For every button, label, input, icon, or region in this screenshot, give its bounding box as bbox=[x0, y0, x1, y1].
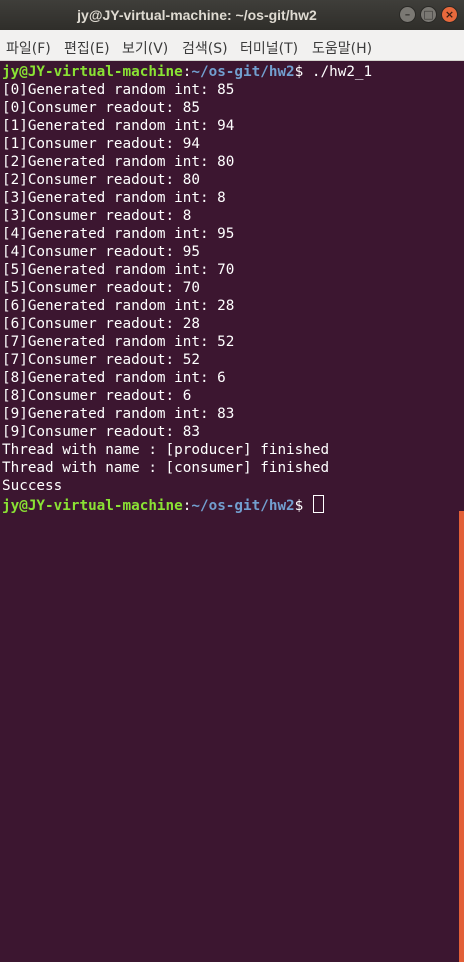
prompt-path: ~/os-git/hw2 bbox=[191, 498, 295, 514]
output-line: Thread with name : [consumer] finished bbox=[2, 460, 330, 476]
text-cursor bbox=[312, 495, 324, 513]
output-line: [1]Generated random int: 94 bbox=[2, 118, 235, 134]
command-line: jy@JY-virtual-machine:~/os-git/hw2$ ./hw… bbox=[2, 63, 372, 81]
prompt-line: jy@JY-virtual-machine:~/os-git/hw2$ bbox=[2, 495, 372, 514]
output-line: [3]Generated random int: 8 bbox=[2, 190, 226, 206]
menu-search[interactable]: 검색(S) bbox=[182, 38, 228, 58]
output-line: [9]Consumer readout: 83 bbox=[2, 424, 200, 440]
output-line: Success bbox=[2, 478, 63, 494]
output-line: [4]Consumer readout: 95 bbox=[2, 244, 200, 260]
output-line: [0]Generated random int: 85 bbox=[2, 82, 235, 98]
terminal-lines: jy@JY-virtual-machine:~/os-git/hw2$ ./hw… bbox=[2, 63, 372, 514]
menu-bar: 파일(F) 편집(E) 보기(V) 검색(S) 터미널(T) 도움말(H) bbox=[0, 30, 464, 61]
output-line: [6]Consumer readout: 28 bbox=[2, 316, 200, 332]
output-line: [6]Generated random int: 28 bbox=[2, 298, 235, 314]
output-line: [7]Consumer readout: 52 bbox=[2, 352, 200, 368]
prompt-path: ~/os-git/hw2 bbox=[191, 64, 295, 80]
window-controls: – □ × bbox=[399, 6, 458, 24]
menu-help[interactable]: 도움말(H) bbox=[312, 38, 372, 58]
output-line: Thread with name : [producer] finished bbox=[2, 442, 330, 458]
terminal-window: jy@JY-virtual-machine: ~/os-git/hw2 – □ … bbox=[0, 0, 464, 962]
output-line: [0]Consumer readout: 85 bbox=[2, 100, 200, 116]
menu-file[interactable]: 파일(F) bbox=[6, 38, 51, 58]
output-line: [2]Generated random int: 80 bbox=[2, 154, 235, 170]
output-line: [8]Consumer readout: 6 bbox=[2, 388, 192, 404]
output-line: [3]Consumer readout: 8 bbox=[2, 208, 192, 224]
scrollbar[interactable] bbox=[459, 511, 464, 962]
output-line: [9]Generated random int: 83 bbox=[2, 406, 235, 422]
window-title: jy@JY-virtual-machine: ~/os-git/hw2 bbox=[77, 7, 317, 23]
output-line: [4]Generated random int: 95 bbox=[2, 226, 235, 242]
maximize-icon[interactable]: □ bbox=[420, 6, 437, 23]
output-line: [8]Generated random int: 6 bbox=[2, 370, 226, 386]
output-line: [1]Consumer readout: 94 bbox=[2, 136, 200, 152]
title-bar[interactable]: jy@JY-virtual-machine: ~/os-git/hw2 – □ … bbox=[0, 0, 464, 30]
prompt-symbol: $ bbox=[294, 64, 312, 80]
output-line: [5]Consumer readout: 70 bbox=[2, 280, 200, 296]
output-line: [7]Generated random int: 52 bbox=[2, 334, 235, 350]
menu-view[interactable]: 보기(V) bbox=[122, 38, 168, 58]
prompt-symbol: $ bbox=[294, 498, 312, 514]
output-line: [2]Consumer readout: 80 bbox=[2, 172, 200, 188]
minimize-icon[interactable]: – bbox=[399, 6, 416, 23]
menu-terminal[interactable]: 터미널(T) bbox=[240, 38, 298, 58]
output-line: [5]Generated random int: 70 bbox=[2, 262, 235, 278]
terminal-output-area[interactable]: jy@JY-virtual-machine:~/os-git/hw2$ ./hw… bbox=[0, 61, 464, 962]
prompt-user-host: jy@JY-virtual-machine bbox=[2, 64, 183, 80]
menu-edit[interactable]: 편집(E) bbox=[64, 38, 110, 58]
prompt-user-host: jy@JY-virtual-machine bbox=[2, 498, 183, 514]
close-icon[interactable]: × bbox=[441, 6, 458, 23]
command-text: ./hw2_1 bbox=[311, 64, 373, 80]
